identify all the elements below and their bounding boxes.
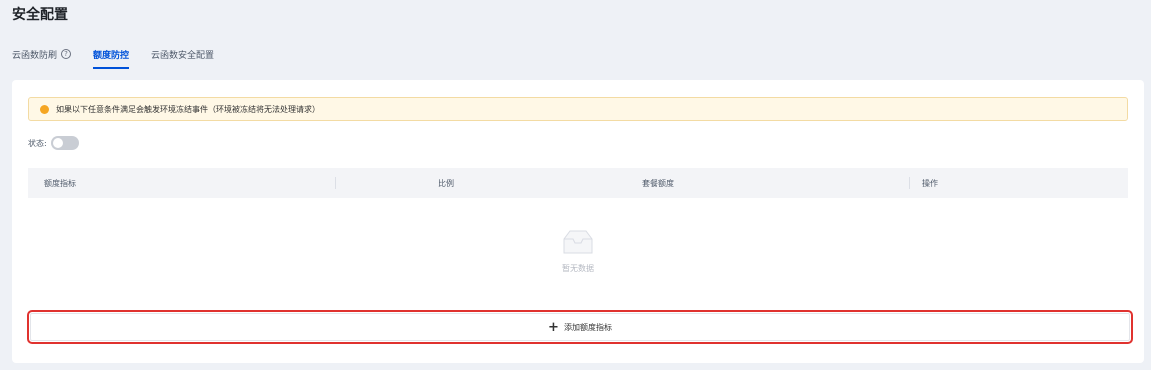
toggle-knob xyxy=(52,138,63,148)
column-label: 套餐额度 xyxy=(642,178,674,188)
column-label: 操作 xyxy=(922,178,938,188)
tab-bar: 云函数防刷 ? 额度防控 云函数安全配置 xyxy=(12,46,236,70)
tab-function-anti-brush[interactable]: 云函数防刷 ? xyxy=(12,46,72,62)
column-header-ratio: 比例 xyxy=(336,168,642,198)
tab-function-security-config[interactable]: 云函数安全配置 xyxy=(151,46,214,62)
column-header-package-quota: 套餐额度 xyxy=(642,168,910,198)
column-label: 额度指标 xyxy=(44,178,76,188)
table-header: 额度指标 比例 套餐额度 操作 xyxy=(28,168,1128,198)
tab-label: 云函数安全配置 xyxy=(151,50,215,61)
add-button-label: 添加额度指标 xyxy=(563,322,612,332)
tab-label: 额度防控 xyxy=(93,50,130,61)
warning-dot-icon xyxy=(40,104,49,114)
content-card: 如果以下任意条件满足会触发环境冻结事件（环境被冻结将无法处理请求） 状态: 额度… xyxy=(12,80,1144,363)
empty-text: 暂无数据 xyxy=(562,263,594,273)
tab-quota-control[interactable]: 额度防控 xyxy=(93,46,130,69)
empty-box-icon xyxy=(563,230,593,253)
help-icon[interactable]: ? xyxy=(61,49,72,59)
tab-label: 云函数防刷 xyxy=(12,50,58,61)
column-header-actions: 操作 xyxy=(910,168,1128,198)
empty-state: 暂无数据 xyxy=(28,210,1128,290)
status-label: 状态: xyxy=(28,138,47,148)
alert-text: 如果以下任意条件满足会触发环境冻结事件（环境被冻结将无法处理请求） xyxy=(56,104,320,114)
status-toggle[interactable] xyxy=(50,136,79,150)
column-header-quota-metric: 额度指标 xyxy=(28,168,336,198)
warning-alert: 如果以下任意条件满足会触发环境冻结事件（环境被冻结将无法处理请求） xyxy=(28,97,1128,121)
page-title: 安全配置 xyxy=(12,7,68,23)
plus-icon: + xyxy=(548,319,559,335)
column-label: 比例 xyxy=(438,178,454,188)
status-row: 状态: xyxy=(28,136,79,150)
add-quota-metric-button[interactable]: + 添加额度指标 xyxy=(27,310,1133,344)
